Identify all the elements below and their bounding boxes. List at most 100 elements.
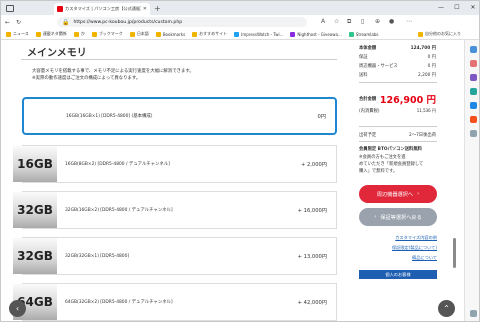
member-note: 購入」で無料です。 <box>359 169 398 174</box>
site-icon <box>234 31 240 37</box>
back-icon[interactable]: ← <box>5 19 10 26</box>
next-peripherals-button[interactable]: 周辺機器選択へ › <box>359 185 437 203</box>
bookmark-item[interactable]: ImpressWatch - Twi... <box>234 31 283 37</box>
prev-arrow-icon[interactable]: ‹ <box>9 300 26 317</box>
memory-option[interactable]: 32GB 32GB(32GB×1) [DDR5-4800] + 13,000円 <box>13 237 337 275</box>
site-icon <box>290 31 296 37</box>
split-screen-icon[interactable]: ▯ <box>361 18 364 25</box>
page-scroll-thumb[interactable] <box>453 238 456 268</box>
outlook-icon[interactable] <box>470 102 477 109</box>
folder-icon <box>129 31 135 37</box>
memory-chip-image: 16GB <box>13 146 57 182</box>
shipping-value: 2,200 円 <box>418 73 436 78</box>
option-price: + 2,000円 <box>300 161 327 168</box>
settings-more-icon[interactable]: ⋯ <box>406 18 412 25</box>
folder-icon <box>6 31 11 37</box>
summary-divider <box>359 82 437 83</box>
chevron-left-icon: ‹ <box>374 214 377 220</box>
guarantee-label: 保証 <box>359 55 368 60</box>
folder-icon <box>155 31 161 37</box>
option-price: + 42,000円 <box>297 299 327 306</box>
shopping-icon[interactable] <box>470 60 477 67</box>
edge-sidebar <box>464 40 479 321</box>
address-bar-row: ← ↻ 🔒 https://www.pc-koubou.jp/products/… <box>1 15 479 29</box>
memory-option[interactable]: 64GB 64GB(32GB×2) [DDR5-4800 / デュアルチャンネル… <box>13 283 337 321</box>
folder-icon <box>192 31 198 37</box>
chevron-right-icon: › <box>417 191 420 197</box>
folder-icon <box>73 31 79 37</box>
tools-icon[interactable] <box>470 74 477 81</box>
bookmark-item[interactable]: 連載ネタ関係 <box>35 31 67 37</box>
page-content: メインメモリ 大容量メモリを搭載する事で、メモリ不足による実行速度を大幅に解消で… <box>1 40 464 321</box>
bookmark-item[interactable]: Nighthost - Giveawa... <box>290 31 342 37</box>
site-icon <box>348 31 354 37</box>
member-note-title: 会員限定 BTOパソコン送料無料 <box>359 147 422 152</box>
customize-example-link[interactable]: カスタマイズ内容の例 <box>359 235 437 241</box>
new-tab-icon[interactable]: + <box>154 4 161 13</box>
other-favorites[interactable]: 自分他のお気に入り <box>418 31 461 37</box>
total-price: 126,900 円 <box>379 95 436 106</box>
tab-strip: カスタマイズ | パソコン工房【公式通販】 ✕ + — ☐ ✕ <box>1 1 479 15</box>
option-price: + 13,000円 <box>297 253 327 260</box>
personal-customer-button[interactable]: 個人のお客様 <box>359 270 437 279</box>
collections-icon[interactable]: ⊕ <box>375 18 380 25</box>
memory-chip-image: 32GB <box>13 238 57 274</box>
favorites-star-icon[interactable]: ☆ <box>334 18 339 25</box>
settings-icon[interactable] <box>470 310 477 317</box>
parts-link[interactable]: 備品について <box>359 255 437 261</box>
tab-title: カスタマイズ | パソコン工房【公式通販】 <box>65 6 141 11</box>
search-icon[interactable] <box>470 46 477 53</box>
close-window-icon[interactable]: ✕ <box>465 1 479 13</box>
bookmark-item[interactable]: おすすめサイト <box>192 31 227 37</box>
add-icon[interactable] <box>470 130 477 137</box>
memory-chip-image: 32GB <box>13 192 57 228</box>
browser-tab[interactable]: カスタマイズ | パソコン工房【公式通販】 ✕ <box>54 3 150 15</box>
window-controls: — ☐ ✕ <box>433 1 479 13</box>
folder-icon <box>35 31 41 37</box>
peripheral-label: 周辺機器・サービス <box>359 64 398 69</box>
tax-value: 11,536 円 <box>416 108 436 113</box>
bookmark-item[interactable]: か <box>73 31 85 37</box>
tax-label: (内消費税) <box>359 109 380 114</box>
guarantee-value: 0 円 <box>427 55 436 60</box>
maximize-icon[interactable]: ☐ <box>449 1 465 13</box>
bookmark-item[interactable]: ブックマーク <box>91 31 123 37</box>
memory-option[interactable]: 32GB 32GB(16GB×2) [DDR5-4800 / デュアルチャンネル… <box>13 191 337 229</box>
folder-icon <box>91 31 97 37</box>
title-divider <box>21 59 337 60</box>
guarantee-link[interactable]: 保証限定(製品について) <box>359 245 437 251</box>
close-tab-icon[interactable]: ✕ <box>143 6 147 12</box>
minimize-icon[interactable]: — <box>433 1 449 13</box>
summary-divider <box>359 141 437 142</box>
read-aloud-icon[interactable]: A <box>321 18 325 25</box>
total-label: 合計金額 <box>359 97 377 102</box>
bookmark-item[interactable]: ニュース <box>6 31 29 37</box>
tab-actions-icon[interactable] <box>6 4 14 12</box>
back-guarantee-button[interactable]: ‹ 保証等選択へ戻る <box>359 208 437 226</box>
base-price-value: 124,700 円 <box>410 46 436 51</box>
option-name: 16GB(16GB×1) [DDR5-4800] (基本構成) <box>66 114 153 119</box>
extensions-icon[interactable]: ⧉ <box>347 18 351 26</box>
games-icon[interactable] <box>470 88 477 95</box>
scroll-up-icon[interactable]: ⌃ <box>438 300 455 317</box>
option-name: 64GB(32GB×2) [DDR5-4800 / デュアルチャンネル] <box>65 300 173 305</box>
option-price: + 16,000円 <box>297 207 327 214</box>
ship-date-label: 出荷予定 <box>359 133 377 138</box>
site-favicon-icon <box>57 6 63 12</box>
member-note: ※会員の方もご注文を進 <box>359 155 406 160</box>
bookmark-item[interactable]: 日本語 <box>129 31 149 37</box>
bookmark-item[interactable]: Streamlabs <box>348 31 378 37</box>
url-field[interactable]: 🔒 https://www.pc-koubou.jp/products/cust… <box>57 17 307 27</box>
browser-window: カスタマイズ | パソコン工房【公式通販】 ✕ + — ☐ ✕ ← ↻ 🔒 ht… <box>0 0 480 322</box>
folder-icon <box>418 31 423 37</box>
memory-option[interactable]: 16GB 16GB(8GB×2) [DDR5-4800 / デュアルチャンネル]… <box>13 145 337 183</box>
ship-date-value: 2〜7日後出荷 <box>409 133 436 138</box>
office-icon[interactable] <box>470 116 477 123</box>
option-price: 0円 <box>317 113 327 120</box>
refresh-icon[interactable]: ↻ <box>16 19 21 26</box>
profile-icon[interactable]: ● <box>389 18 394 25</box>
bookmark-item[interactable]: Bookmarks <box>155 31 185 37</box>
peripheral-value: 0 円 <box>427 64 436 69</box>
member-note: めていただき「新規会員登録して <box>359 162 424 167</box>
memory-option-basic[interactable]: 16GB(16GB×1) [DDR5-4800] (基本構成) 0円 <box>22 97 337 135</box>
